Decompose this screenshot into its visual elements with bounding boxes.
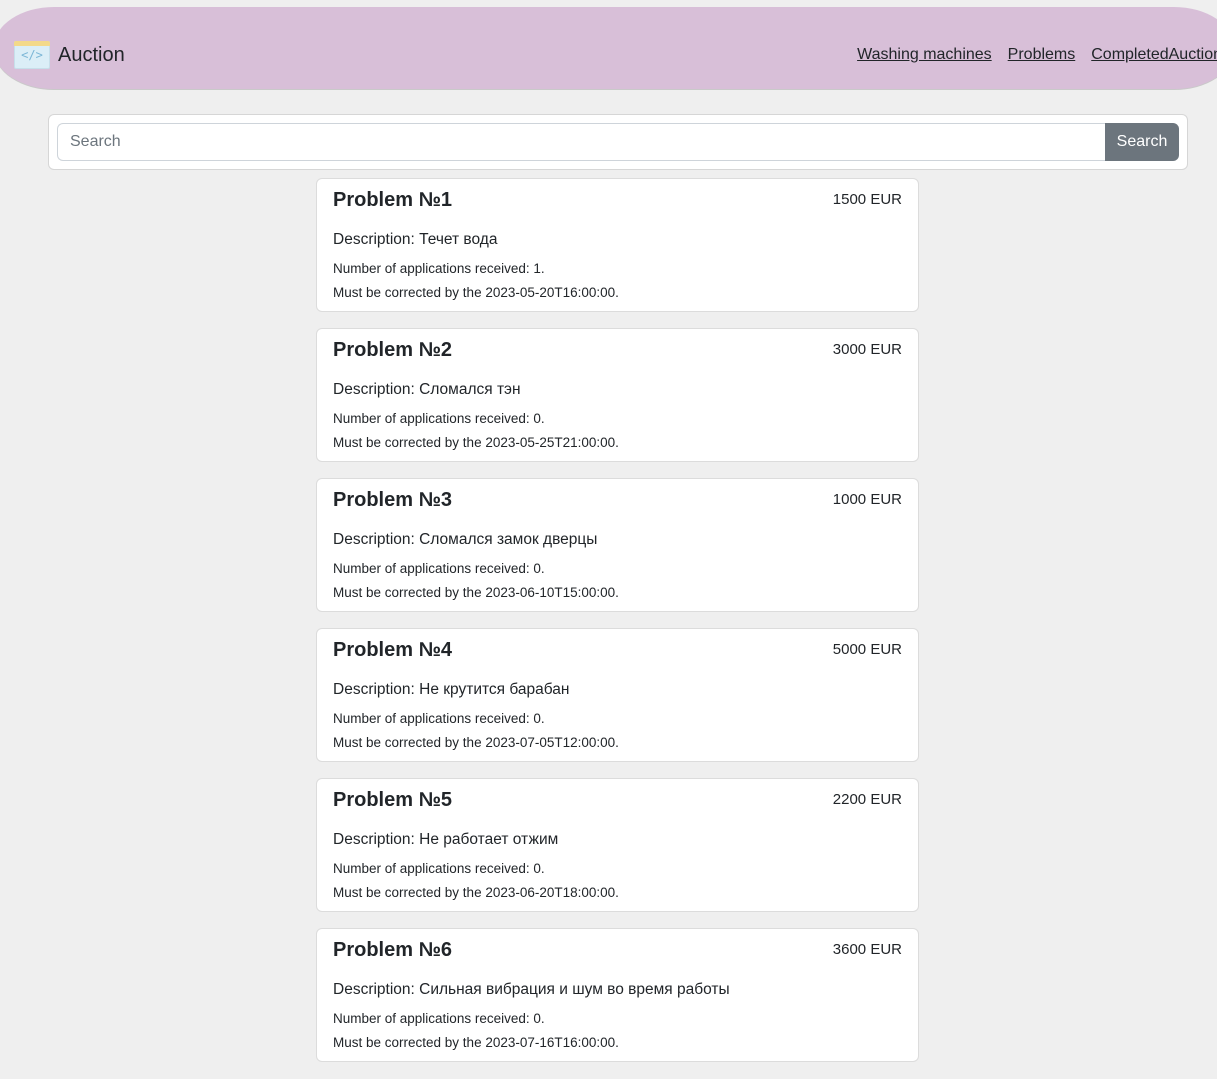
problem-card[interactable]: Problem №5 2200 EUR Description: Не рабо… xyxy=(316,778,919,912)
nav-links: Washing machines Problems CompletedAucti… xyxy=(857,46,1217,64)
problem-description: Description: Сломался тэн xyxy=(333,381,521,398)
problem-deadline: Must be corrected by the 2023-07-16T16:0… xyxy=(333,1035,619,1050)
brand-title[interactable]: Auction xyxy=(58,44,125,67)
problem-title: Problem №5 xyxy=(333,789,452,811)
search-input[interactable] xyxy=(57,123,1107,161)
problem-title: Problem №3 xyxy=(333,489,452,511)
problem-applications: Number of applications received: 0. xyxy=(333,861,545,876)
problem-applications: Number of applications received: 0. xyxy=(333,711,545,726)
problem-applications: Number of applications received: 0. xyxy=(333,411,545,426)
code-window-icon: </> xyxy=(14,41,50,69)
problem-description: Description: Течет вода xyxy=(333,231,498,248)
problem-price: 3600 EUR xyxy=(832,941,902,958)
search-button[interactable]: Search xyxy=(1105,123,1179,161)
problem-applications: Number of applications received: 0. xyxy=(333,1011,545,1026)
nav-link-problems[interactable]: Problems xyxy=(1008,46,1076,64)
problem-card[interactable]: Problem №2 3000 EUR Description: Сломалс… xyxy=(316,328,919,462)
problem-card[interactable]: Problem №1 1500 EUR Description: Течет в… xyxy=(316,178,919,312)
problem-title: Problem №2 xyxy=(333,339,452,361)
problem-applications: Number of applications received: 0. xyxy=(333,561,545,576)
problem-deadline: Must be corrected by the 2023-06-10T15:0… xyxy=(333,585,619,600)
problem-card[interactable]: Problem №4 5000 EUR Description: Не крут… xyxy=(316,628,919,762)
problem-price: 2200 EUR xyxy=(832,791,902,808)
problem-price: 1500 EUR xyxy=(832,191,902,208)
problem-deadline: Must be corrected by the 2023-07-05T12:0… xyxy=(333,735,619,750)
problem-deadline: Must be corrected by the 2023-05-20T16:0… xyxy=(333,285,619,300)
problem-title: Problem №1 xyxy=(333,189,452,211)
problem-description: Description: Не работает отжим xyxy=(333,831,559,848)
problem-deadline: Must be corrected by the 2023-05-25T21:0… xyxy=(333,435,619,450)
problem-description: Description: Сломался замок дверцы xyxy=(333,531,598,548)
problem-description: Description: Сильная вибрация и шум во в… xyxy=(333,981,730,998)
problem-price: 3000 EUR xyxy=(832,341,902,358)
search-form: Search xyxy=(48,114,1188,170)
problem-card[interactable]: Problem №3 1000 EUR Description: Сломалс… xyxy=(316,478,919,612)
problem-applications: Number of applications received: 1. xyxy=(333,261,545,276)
problem-title: Problem №4 xyxy=(333,639,452,661)
navbar: </> Auction Washing machines Problems Co… xyxy=(0,7,1217,89)
problem-title: Problem №6 xyxy=(333,939,452,961)
problem-price: 1000 EUR xyxy=(832,491,902,508)
problem-description: Description: Не крутится барабан xyxy=(333,681,570,698)
problem-card[interactable]: Problem №6 3600 EUR Description: Сильная… xyxy=(316,928,919,1062)
nav-link-completed-auction[interactable]: CompletedAuction xyxy=(1091,46,1217,64)
problem-deadline: Must be corrected by the 2023-06-20T18:0… xyxy=(333,885,619,900)
nav-link-washing-machines[interactable]: Washing machines xyxy=(857,46,992,64)
problem-list: Problem №1 1500 EUR Description: Течет в… xyxy=(316,178,919,1078)
problem-price: 5000 EUR xyxy=(832,641,902,658)
brand[interactable]: </> Auction xyxy=(14,40,125,70)
